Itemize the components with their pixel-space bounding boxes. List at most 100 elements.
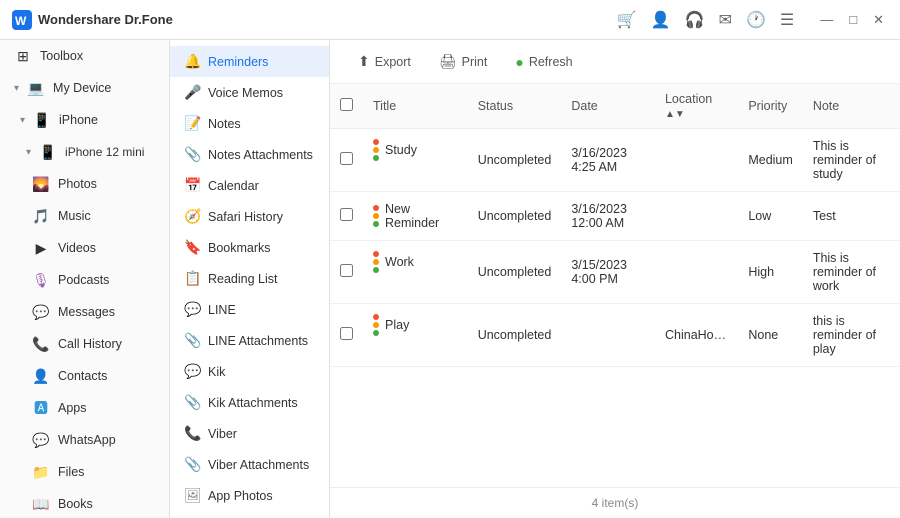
contacts-icon: 👤: [32, 367, 50, 385]
sidebar-item-music[interactable]: 🎵 Music: [0, 200, 169, 232]
kik-icon: 💬: [184, 363, 200, 380]
row-date: 3/16/2023 4:25 AM: [561, 129, 655, 192]
podcasts-icon: 🎙: [32, 271, 50, 289]
mid-item-notes[interactable]: 📝 Notes: [170, 108, 329, 139]
chevron-icon: ▾: [26, 147, 31, 158]
sidebar-item-iphone[interactable]: ▾ 📱 iPhone: [0, 104, 169, 136]
mid-item-appphotos[interactable]: 🖼 App Photos: [170, 480, 329, 511]
print-button[interactable]: 🖨 Print: [427, 48, 499, 75]
mid-item-viberattachments[interactable]: 📎 Viber Attachments: [170, 449, 329, 480]
table-row: Study Uncompleted 3/16/2023 4:25 AM Medi…: [330, 129, 900, 192]
table-row: Work Uncompleted 3/15/2023 4:00 PM High …: [330, 241, 900, 304]
row-checkbox[interactable]: [340, 152, 353, 165]
sidebar-item-toolbox[interactable]: ⊞ Toolbox: [0, 40, 169, 72]
col-status: Status: [468, 84, 562, 129]
mid-label-lineattachments: LINE Attachments: [208, 334, 308, 348]
sidebar-item-iphone12mini[interactable]: ▾ 📱 iPhone 12 mini: [0, 136, 169, 168]
title-bar-actions: 🛒 👤 🎧 ✉ 🕐 ☰ — □ ✕: [617, 10, 888, 30]
mid-label-appphotos: App Photos: [208, 489, 273, 503]
sidebar-label-music: Music: [58, 209, 91, 223]
sidebar-label-contacts: Contacts: [58, 369, 107, 383]
sidebar-item-files[interactable]: 📁 Files: [0, 456, 169, 488]
mid-item-reminders[interactable]: 🔔 Reminders: [170, 46, 329, 77]
row-location: [655, 241, 738, 304]
callhistory-icon: 📞: [32, 335, 50, 353]
mid-item-kik[interactable]: 💬 Kik: [170, 356, 329, 387]
select-all-checkbox[interactable]: [340, 98, 353, 111]
mid-label-safarihistory: Safari History: [208, 210, 283, 224]
sidebar-label-mydevice: My Device: [53, 81, 111, 95]
row-note: This is reminder of work: [803, 241, 900, 304]
row-checkbox[interactable]: [340, 327, 353, 340]
sidebar-item-callhistory[interactable]: 📞 Call History: [0, 328, 169, 360]
mid-label-line: LINE: [208, 303, 236, 317]
mid-item-safarihistory[interactable]: 🧭 Safari History: [170, 201, 329, 232]
mid-item-readinglist[interactable]: 📋 Reading List: [170, 263, 329, 294]
sidebar-item-messages[interactable]: 💬 Messages: [0, 296, 169, 328]
reminder-color-dots: [373, 251, 379, 273]
row-note: Test: [803, 192, 900, 241]
row-title: Play: [363, 304, 468, 346]
kikattachments-icon: 📎: [184, 394, 200, 411]
mydevice-icon: 💻: [27, 79, 45, 97]
mid-item-voicememos[interactable]: 🎤 Voice Memos: [170, 77, 329, 108]
minimize-button[interactable]: —: [816, 10, 837, 30]
mid-item-appvideos[interactable]: 📹 App Videos: [170, 511, 329, 518]
sidebar-left: ⊞ Toolbox ▾ 💻 My Device ▾ 📱 iPhone ▾ 📱 i…: [0, 40, 170, 518]
location-sort-icon[interactable]: ▲▼: [665, 109, 685, 120]
sidebar-label-whatsapp: WhatsApp: [58, 433, 116, 447]
sidebar-item-mydevice[interactable]: ▾ 💻 My Device: [0, 72, 169, 104]
mid-item-line[interactable]: 💬 LINE: [170, 294, 329, 325]
export-button[interactable]: ⬆ Export: [346, 48, 423, 75]
mid-item-viber[interactable]: 📞 Viber: [170, 418, 329, 449]
mid-label-readinglist: Reading List: [208, 272, 278, 286]
sidebar-item-books[interactable]: 📖 Books: [0, 488, 169, 518]
notes-icon: 📝: [184, 115, 200, 132]
sidebar-item-podcasts[interactable]: 🎙 Podcasts: [0, 264, 169, 296]
sidebar-item-whatsapp[interactable]: 💬 WhatsApp: [0, 424, 169, 456]
row-checkbox-cell: [330, 304, 363, 367]
table-row: New Reminder Uncompleted 3/16/2023 12:00…: [330, 192, 900, 241]
mid-item-bookmarks[interactable]: 🔖 Bookmarks: [170, 232, 329, 263]
chevron-icon: ▾: [20, 115, 25, 126]
videos-icon: ▶: [32, 239, 50, 257]
app-logo: W Wondershare Dr.Fone: [12, 10, 617, 30]
mid-item-lineattachments[interactable]: 📎 LINE Attachments: [170, 325, 329, 356]
row-location: ChinaHon...: [655, 304, 738, 367]
line-icon: 💬: [184, 301, 200, 318]
sidebar-item-apps[interactable]: 🅰 Apps: [0, 392, 169, 424]
close-button[interactable]: ✕: [869, 10, 888, 30]
refresh-button[interactable]: ● Refresh: [503, 49, 584, 75]
table-footer: 4 item(s): [330, 487, 900, 518]
row-priority: None: [738, 304, 802, 367]
viberattachments-icon: 📎: [184, 456, 200, 473]
mid-item-calendar[interactable]: 📅 Calendar: [170, 170, 329, 201]
mid-item-kikattachments[interactable]: 📎 Kik Attachments: [170, 387, 329, 418]
row-note: This is reminder of study: [803, 129, 900, 192]
col-priority: Priority: [738, 84, 802, 129]
mid-item-notesattachments[interactable]: 📎 Notes Attachments: [170, 139, 329, 170]
cart-icon[interactable]: 🛒: [617, 10, 637, 30]
mail-icon[interactable]: ✉: [719, 10, 732, 30]
menu-icon[interactable]: ☰: [780, 10, 794, 30]
row-note: this is reminder of play: [803, 304, 900, 367]
maximize-button[interactable]: □: [845, 10, 861, 30]
voicememos-icon: 🎤: [184, 84, 200, 101]
row-date: [561, 304, 655, 367]
row-title: Study: [363, 129, 468, 171]
row-checkbox[interactable]: [340, 264, 353, 277]
mid-label-calendar: Calendar: [208, 179, 259, 193]
whatsapp-icon: 💬: [32, 431, 50, 449]
headset-icon[interactable]: 🎧: [685, 10, 705, 30]
calendar-icon: 📅: [184, 177, 200, 194]
history-icon[interactable]: 🕐: [746, 10, 766, 30]
sidebar-label-messages: Messages: [58, 305, 115, 319]
reminder-color-dots: [373, 314, 379, 336]
sidebar-item-photos[interactable]: 🌄 Photos: [0, 168, 169, 200]
sidebar-label-iphone: iPhone: [59, 113, 98, 127]
sidebar-item-contacts[interactable]: 👤 Contacts: [0, 360, 169, 392]
user-icon[interactable]: 👤: [651, 10, 671, 30]
row-checkbox[interactable]: [340, 208, 353, 221]
sidebar-item-videos[interactable]: ▶ Videos: [0, 232, 169, 264]
iphone12mini-icon: 📱: [39, 143, 57, 161]
